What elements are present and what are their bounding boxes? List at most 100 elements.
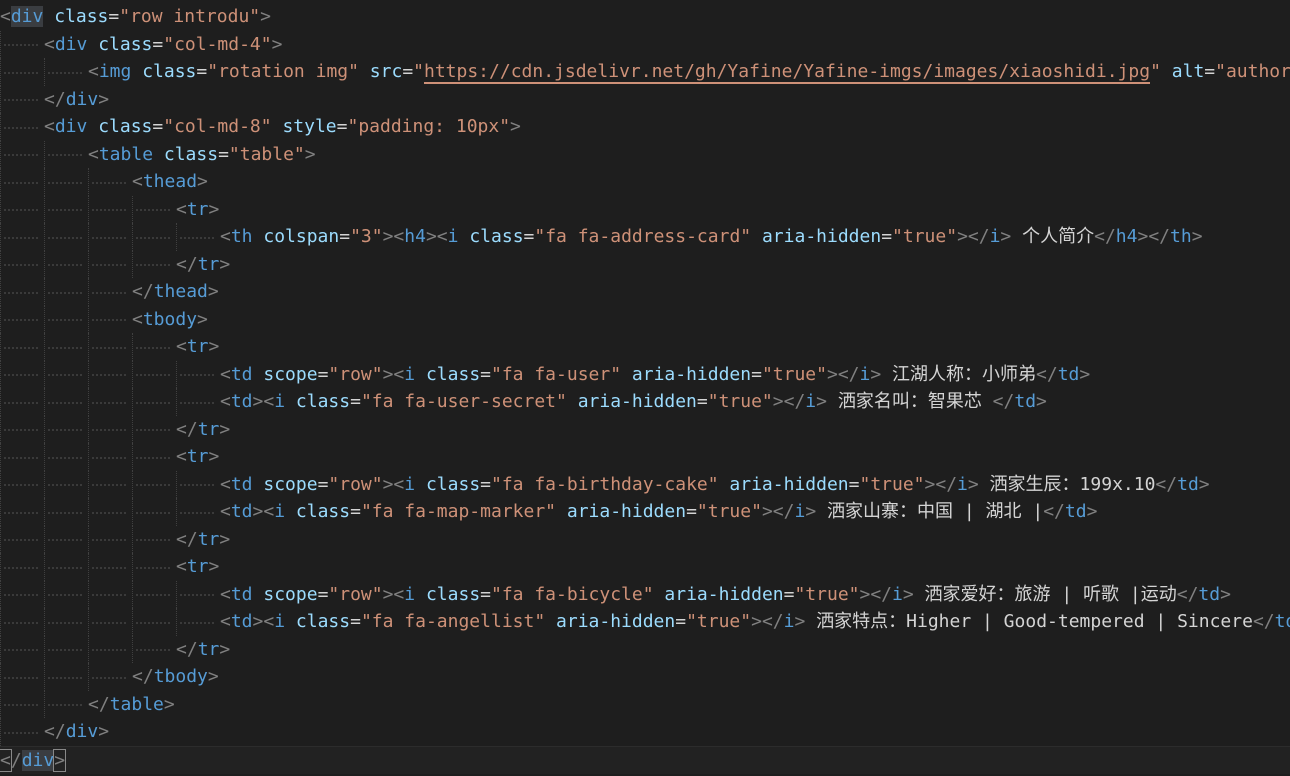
code-token: = [152, 116, 164, 137]
code-token: class [425, 363, 481, 385]
code-line[interactable]: <tr> [0, 553, 1290, 581]
code-token: ></ [772, 391, 806, 412]
code-token: = [675, 611, 687, 632]
code-line[interactable]: <td scope="row"><i class="fa fa-birthday… [0, 470, 1290, 499]
code-token: = [317, 363, 329, 385]
code-token: = [686, 501, 697, 522]
code-line[interactable]: </tr> [0, 525, 1290, 554]
code-token: >< [382, 226, 405, 247]
indent-guide [132, 388, 176, 416]
code-line[interactable]: </tr> [0, 635, 1290, 664]
code-token: < [220, 501, 231, 522]
indent-guide [0, 443, 44, 471]
code-token: td [230, 391, 253, 412]
code-token: thead [142, 171, 198, 192]
code-line[interactable]: </div> [0, 85, 1290, 114]
code-token: > [207, 281, 219, 302]
code-line[interactable]: <div class="row introdu"> [0, 3, 1290, 31]
code-editor[interactable]: <div class="row introdu"> <div class="col… [0, 0, 1290, 776]
code-line[interactable]: <td scope="row"><i class="fa fa-bicycle"… [0, 580, 1290, 609]
indent-guide [88, 223, 132, 251]
indent-guide [0, 250, 44, 279]
code-line[interactable]: <table class="table"> [0, 140, 1290, 169]
code-token: i [957, 473, 968, 495]
code-line[interactable]: <td><i class="fa fa-map-marker" aria-hid… [0, 498, 1290, 526]
indent-guide [0, 580, 44, 609]
code-token: td [1057, 363, 1080, 385]
code-token: tr [197, 638, 220, 660]
code-token: = [317, 473, 329, 495]
code-token: </ [176, 418, 198, 440]
code-token: scope [263, 473, 318, 495]
code-token: > [1191, 226, 1203, 247]
code-token: = [402, 61, 414, 82]
code-token: > [197, 308, 208, 330]
code-line[interactable]: <div class="col-md-4"> [0, 30, 1290, 59]
code-token: </ [1252, 611, 1275, 632]
code-token: "fa fa-address-card" [534, 226, 752, 247]
code-token: aria-hidden [556, 611, 676, 632]
code-line[interactable]: </tr> [0, 250, 1290, 279]
code-token: "true" [892, 226, 958, 247]
code-token: < [176, 198, 187, 220]
code-token: " [1150, 61, 1161, 82]
indent-guide [0, 278, 44, 306]
code-token: > [98, 88, 110, 110]
code-line[interactable]: </div> [0, 745, 1290, 774]
code-token: "true" [794, 583, 860, 605]
code-line[interactable]: <tr> [0, 195, 1290, 224]
indent-guide [44, 250, 88, 279]
indent-guide [0, 553, 44, 581]
indent-guide [44, 360, 88, 389]
code-token: = [783, 583, 795, 605]
code-token: = [848, 473, 860, 495]
indent-guide [0, 113, 44, 141]
code-token: 个人简介 [1011, 226, 1095, 247]
code-line[interactable]: <tr> [0, 443, 1290, 471]
code-token: aria-hidden [761, 226, 882, 247]
code-line[interactable]: <thead> [0, 168, 1290, 196]
code-line[interactable]: <div class="col-md-8" style="padding: 10… [0, 113, 1290, 141]
indent-guide [44, 278, 88, 306]
code-token: > [219, 418, 231, 440]
code-token: = [218, 143, 229, 165]
code-line[interactable]: <td><i class="fa fa-angellist" aria-hidd… [0, 608, 1290, 636]
code-token: = [881, 226, 893, 247]
code-token: = [108, 6, 120, 27]
code-token: < [88, 143, 99, 165]
code-line-content: <tbody> [132, 306, 208, 334]
code-line[interactable]: <td scope="row"><i class="fa fa-user" ar… [0, 360, 1290, 389]
code-token: > [304, 143, 316, 165]
code-line[interactable]: </tbody> [0, 663, 1290, 691]
indent-guide [176, 360, 220, 389]
code-line[interactable]: </table> [0, 690, 1290, 719]
indent-guide [88, 498, 132, 526]
code-token: > [219, 528, 231, 550]
code-line[interactable]: <td><i class="fa fa-user-secret" aria-hi… [0, 388, 1290, 416]
code-token: ></ [826, 363, 860, 385]
code-token: "col-md-8" [163, 116, 272, 137]
code-line[interactable]: <tbody> [0, 305, 1290, 334]
code-line[interactable]: <th colspan="3"><h4><i class="fa fa-addr… [0, 223, 1290, 251]
code-area[interactable]: <div class="row introdu"> <div class="col… [0, 3, 1290, 774]
code-line[interactable]: </thead> [0, 278, 1290, 306]
code-line[interactable]: </tr> [0, 415, 1290, 444]
indent-guide [0, 140, 44, 169]
code-line[interactable]: </div> [0, 718, 1290, 746]
code-token: "fa fa-map-marker" [360, 501, 557, 522]
code-line[interactable]: <img class="rotation img" src="https://c… [0, 58, 1290, 86]
indent-guide [88, 195, 132, 224]
code-line-content: <div class="col-md-8" style="padding: 10… [44, 113, 521, 141]
indent-guide [0, 415, 44, 444]
code-token: tr [197, 528, 220, 550]
code-line[interactable]: <tr> [0, 333, 1290, 361]
code-token: "row introdu" [119, 6, 261, 27]
indent-guide [44, 168, 88, 196]
